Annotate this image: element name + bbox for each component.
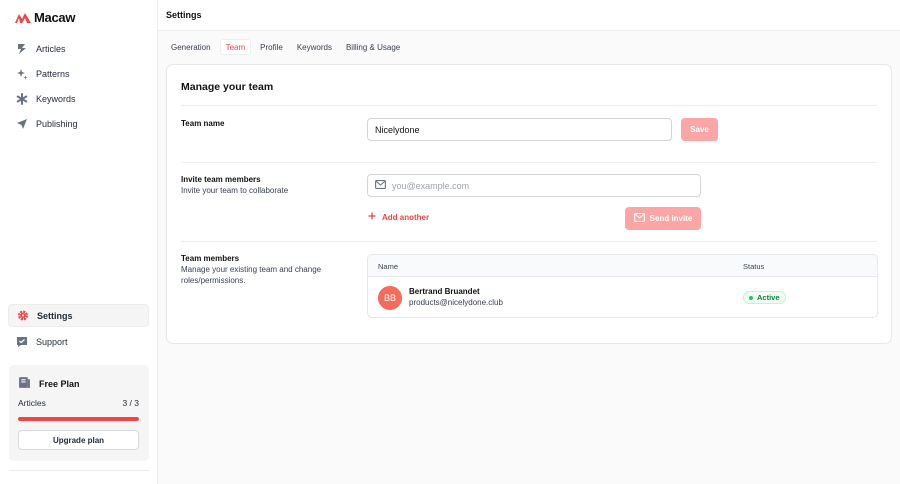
- avatar: BB: [378, 286, 402, 310]
- mail-icon: [375, 180, 386, 191]
- sidebar-item-label: Articles: [36, 43, 66, 54]
- team-name-field[interactable]: [367, 118, 672, 141]
- divider: [181, 105, 877, 106]
- asterisk-icon: [16, 92, 28, 105]
- plan-usage: Articles 3 / 3: [18, 398, 139, 408]
- brand-logo[interactable]: Macaw: [15, 10, 75, 25]
- status-badge: Active: [743, 291, 786, 304]
- sidebar: Macaw Articles Patterns Keywords Publish…: [0, 0, 158, 484]
- team-members-sub: Manage your existing team and change rol…: [181, 265, 322, 285]
- column-header-status: Status: [743, 262, 765, 271]
- sidebar-item-settings[interactable]: Settings: [8, 304, 149, 327]
- plan-header: Free Plan: [18, 376, 80, 391]
- add-another-label: Add another: [382, 212, 430, 222]
- tab-profile[interactable]: Profile: [255, 39, 288, 55]
- card-title: Manage your team: [181, 81, 274, 93]
- invite-email-input[interactable]: [392, 180, 700, 191]
- plan-progress-fill: [18, 417, 139, 421]
- sidebar-nav: Articles Patterns Keywords Publishing: [8, 36, 149, 136]
- invite-members-sub: Invite your team to collaborate: [181, 186, 289, 195]
- sidebar-divider: [9, 470, 149, 471]
- tab-keywords[interactable]: Keywords: [292, 39, 337, 55]
- team-members-label: Team members: [181, 254, 240, 263]
- invite-email-field[interactable]: [367, 174, 701, 197]
- sidebar-item-patterns[interactable]: Patterns: [8, 61, 149, 86]
- tab-billing-usage[interactable]: Billing & Usage: [341, 39, 405, 55]
- sidebar-item-publishing[interactable]: Publishing: [8, 111, 149, 136]
- plus-icon: [368, 212, 376, 222]
- add-another-button[interactable]: Add another: [368, 212, 429, 222]
- sidebar-item-label: Patterns: [36, 68, 70, 79]
- paper-plane-icon: [16, 118, 28, 130]
- invite-members-label: Invite team members: [181, 175, 261, 184]
- plan-progress-bar: [18, 417, 139, 421]
- member-name: Bertrand Bruandet: [409, 287, 480, 296]
- team-name-input[interactable]: [375, 124, 671, 135]
- team-name-label: Team name: [181, 119, 225, 128]
- status-dot: [749, 295, 753, 300]
- sidebar-item-articles[interactable]: Articles: [8, 36, 149, 61]
- sidebar-bottom-nav: Settings Support: [8, 304, 149, 354]
- tab-generation[interactable]: Generation: [166, 39, 216, 55]
- plan-usage-label: Articles: [18, 398, 46, 408]
- member-email: products@nicelydone.club: [409, 298, 503, 307]
- sidebar-item-keywords[interactable]: Keywords: [8, 86, 149, 111]
- chat-icon: [16, 336, 28, 348]
- plan-usage-value: 3 / 3: [122, 398, 139, 408]
- macaw-logo-icon: [15, 12, 31, 23]
- sparkles-icon: [16, 68, 28, 80]
- members-table: Name Status BB Bertrand Bruandet product…: [367, 254, 878, 318]
- topbar: Settings: [158, 0, 900, 31]
- table-row[interactable]: BB Bertrand Bruandet products@nicelydone…: [368, 277, 877, 317]
- divider: [181, 162, 877, 163]
- mail-icon: [633, 213, 645, 224]
- sidebar-item-label: Support: [36, 336, 68, 347]
- plan-title: Free Plan: [39, 378, 80, 389]
- plan-card: Free Plan Articles 3 / 3 Upgrade plan: [9, 365, 149, 461]
- lightning-icon: [16, 43, 28, 55]
- sidebar-item-label: Settings: [37, 310, 73, 321]
- send-invite-label: Send invite: [649, 214, 693, 223]
- tab-team[interactable]: Team: [219, 39, 252, 55]
- page-title: Settings: [166, 10, 202, 20]
- sidebar-item-label: Publishing: [36, 118, 78, 129]
- table-header: Name Status: [368, 255, 877, 277]
- document-icon: [18, 376, 31, 391]
- save-button[interactable]: Save: [681, 118, 718, 141]
- column-header-name: Name: [378, 262, 399, 271]
- brand-name: Macaw: [34, 10, 76, 25]
- status-label: Active: [757, 293, 780, 302]
- settings-tabs: Generation Team Profile Keywords Billing…: [166, 39, 405, 55]
- divider: [181, 241, 877, 242]
- send-invite-button[interactable]: Send invite: [625, 207, 701, 230]
- sidebar-item-support[interactable]: Support: [8, 329, 149, 354]
- sidebar-item-label: Keywords: [36, 93, 76, 104]
- manage-team-card: Manage your team Team name Save Invite t…: [166, 64, 892, 344]
- gear-icon: [17, 310, 29, 322]
- upgrade-plan-button[interactable]: Upgrade plan: [18, 430, 139, 450]
